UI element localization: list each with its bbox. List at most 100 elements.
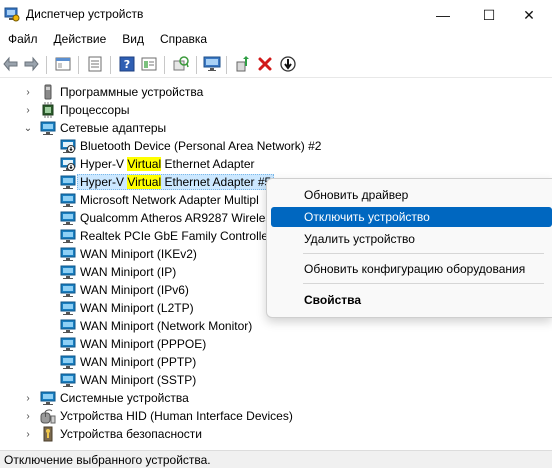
menu-item-disable-device[interactable]: Отключить устройство [271,207,552,227]
update-driver-icon[interactable] [234,55,252,73]
label-part: Hyper-V [80,175,128,189]
view-icon[interactable] [140,55,158,73]
tree-node-label: Системные устройства [60,391,189,405]
properties-icon[interactable] [54,55,72,73]
menu-action[interactable]: Действие [46,30,115,50]
tree-item-label: Microsoft Network Adapter Multipl [80,193,259,207]
forward-arrow-icon[interactable] [22,55,40,73]
network-adapter-icon [60,246,76,262]
tree-node-system-devices[interactable]: Системные устройства [40,389,189,407]
back-arrow-icon[interactable] [2,55,20,73]
menu-separator [303,253,544,254]
disable-device-icon[interactable] [279,55,297,73]
close-icon: ✕ [523,6,535,23]
tree-node-hid-devices[interactable]: Устройства HID (Human Interface Devices) [40,407,293,425]
network-adapter-icon [60,264,76,280]
menu-help[interactable]: Справка [152,30,215,50]
window-title: Диспетчер устройств [26,7,144,21]
chevron-right-icon[interactable]: › [22,101,34,119]
tree-node-network-adapters[interactable]: Сетевые адаптеры [40,119,166,137]
context-menu: Обновить драйвер Отключить устройство Уд… [266,178,552,318]
security-device-icon [40,426,56,442]
close-button[interactable]: ✕ [506,0,552,30]
tree-item-label: WAN Miniport (IKEv2) [80,247,197,261]
network-adapter-icon [60,138,76,154]
title-bar: Диспетчер устройств — ☐ ✕ [0,0,552,30]
tree-node-label: Сетевые адаптеры [60,121,167,135]
svg-text:?: ? [124,58,130,71]
tree-item-adapter[interactable]: WAN Miniport (IP) [60,263,176,281]
chevron-right-icon[interactable]: › [22,407,34,425]
label-part: Ethernet Adapter [161,157,255,171]
tree-node-software-devices[interactable]: Программные устройства [40,83,203,101]
tree-item-adapter[interactable]: Bluetooth Device (Personal Area Network)… [60,137,321,155]
network-adapter-icon [60,354,76,370]
chevron-right-icon[interactable]: › [22,389,34,407]
tree-item-label: WAN Miniport (Network Monitor) [80,319,253,333]
network-adapter-icon [60,192,76,208]
network-adapter-icon [60,372,76,388]
menu-item-uninstall-device[interactable]: Удалить устройство [271,229,552,249]
monitor-icon[interactable] [203,55,221,73]
tree-item-label: Hyper-V Virtual Ethernet Adapter #5 [77,174,275,190]
tree-item-adapter-selected[interactable]: Hyper-V Virtual Ethernet Adapter #5 [60,173,275,191]
status-text: Отключение выбранного устройства. [4,453,211,467]
menu-item-scan-hardware[interactable]: Обновить конфигурацию оборудования [271,259,552,279]
network-adapter-icon [60,318,76,334]
show-hide-console-tree-icon[interactable] [86,55,104,73]
tree-item-label: Bluetooth Device (Personal Area Network)… [80,139,322,153]
tree-node-label: Устройства HID (Human Interface Devices) [60,409,293,423]
network-adapter-icon [60,228,76,244]
tree-item-label: WAN Miniport (IP) [80,265,177,279]
tree-node-label: Процессоры [60,103,130,117]
tree-item-adapter[interactable]: Microsoft Network Adapter Multipl [60,191,259,209]
label-part: Ethernet Adapter #5 [161,175,272,189]
tree-item-adapter[interactable]: WAN Miniport (PPTP) [60,353,196,371]
network-adapter-icon [60,156,76,172]
tree-item-adapter[interactable]: WAN Miniport (Network Monitor) [60,317,252,335]
network-adapter-icon [60,336,76,352]
tree-node-label: Программные устройства [60,85,204,99]
chevron-down-icon[interactable]: ⌄ [22,119,34,137]
system-device-icon [40,390,56,406]
device-manager-icon [4,6,20,22]
tree-item-label: WAN Miniport (L2TP) [80,301,194,315]
tree-item-adapter[interactable]: Realtek PCIe GbE Family Controller [60,227,272,245]
tree-item-adapter[interactable]: WAN Miniport (IKEv2) [60,245,197,263]
processor-icon [40,102,56,118]
menu-separator [303,283,544,284]
tree-node-security-devices[interactable]: Устройства безопасности [40,425,202,443]
uninstall-device-icon[interactable] [256,55,274,73]
search-highlight: Virtual [127,175,162,189]
tree-item-label: WAN Miniport (PPPOE) [80,337,207,351]
tree-item-label: WAN Miniport (SSTP) [80,373,197,387]
label-part: Hyper-V [80,157,128,171]
chevron-right-icon[interactable]: › [22,83,34,101]
chevron-right-icon[interactable]: › [22,425,34,443]
software-device-icon [40,84,56,100]
tree-item-adapter[interactable]: Hyper-V Virtual Ethernet Adapter [60,155,255,173]
tree-item-adapter[interactable]: WAN Miniport (IPv6) [60,281,189,299]
minimize-icon: — [436,7,450,23]
minimize-button[interactable]: — [420,0,466,30]
tree-item-label: Qualcomm Atheros AR9287 Wireles [80,211,272,225]
menu-item-update-driver[interactable]: Обновить драйвер [271,185,552,205]
menu-file[interactable]: Файл [0,30,46,50]
toolbar: ? [0,52,552,78]
network-adapter-icon [60,210,76,226]
help-icon[interactable]: ? [118,55,136,73]
tree-item-label: WAN Miniport (PPTP) [80,355,197,369]
scan-hardware-icon[interactable] [172,55,190,73]
network-adapter-icon [60,300,76,316]
network-adapter-icon [60,174,76,190]
tree-item-adapter[interactable]: Qualcomm Atheros AR9287 Wireles [60,209,271,227]
maximize-icon: ☐ [482,6,496,23]
menu-view[interactable]: Вид [114,30,152,50]
tree-item-adapter[interactable]: WAN Miniport (PPPOE) [60,335,206,353]
tree-item-adapter[interactable]: WAN Miniport (L2TP) [60,299,194,317]
network-adapter-icon [60,282,76,298]
menu-item-properties[interactable]: Свойства [271,290,552,310]
tree-node-processors[interactable]: Процессоры [40,101,130,119]
network-adapter-icon [40,120,56,136]
tree-item-adapter[interactable]: WAN Miniport (SSTP) [60,371,196,389]
